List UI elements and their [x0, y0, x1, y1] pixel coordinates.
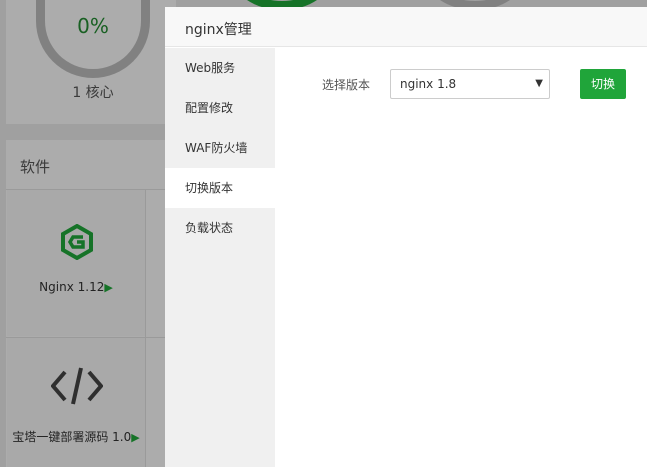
- version-select[interactable]: nginx 1.8 ▼: [390, 69, 550, 99]
- menu-item-web-service[interactable]: Web服务: [165, 48, 275, 88]
- version-field-label: 选择版本: [322, 78, 371, 92]
- modal-side-menu: Web服务 配置修改 WAF防火墙 切换版本 负载状态: [165, 48, 275, 467]
- menu-item-waf-firewall[interactable]: WAF防火墙: [165, 128, 275, 168]
- menu-item-config-edit[interactable]: 配置修改: [165, 88, 275, 128]
- version-select-value: nginx 1.8: [400, 77, 457, 91]
- nginx-manager-modal: nginx管理 Web服务 配置修改 WAF防火墙 切换版本 负载状态 选择版本…: [165, 7, 647, 467]
- switch-version-button[interactable]: 切换: [580, 69, 626, 99]
- modal-header: nginx管理: [165, 7, 647, 47]
- menu-item-switch-version[interactable]: 切换版本: [165, 168, 275, 208]
- menu-item-load-status[interactable]: 负载状态: [165, 208, 275, 248]
- modal-title: nginx管理: [185, 22, 252, 38]
- dropdown-arrow-icon: ▼: [535, 78, 543, 89]
